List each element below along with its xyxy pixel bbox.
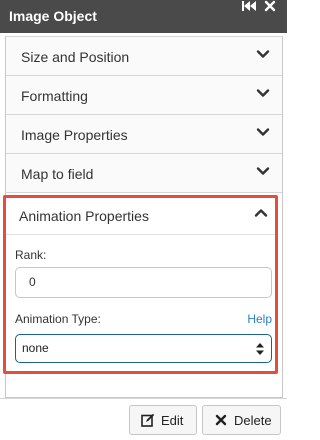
animation-type-selected-value: none	[22, 341, 49, 355]
collapse-panel-icon[interactable]	[241, 0, 257, 12]
select-arrows-icon	[256, 343, 264, 355]
edit-button-label: Edit	[161, 412, 184, 428]
image-object-panel: Image Object Size and Position Formattin…	[0, 0, 287, 440]
accordion-section-animation-properties: Animation Properties Rank: 0 Animation T…	[3, 195, 278, 374]
delete-button-label: Delete	[234, 412, 272, 428]
accordion-item-label: Animation Properties	[19, 208, 149, 224]
edit-icon	[141, 413, 155, 427]
accordion-item-image-properties[interactable]: Image Properties	[6, 115, 282, 154]
chevron-down-icon	[256, 89, 270, 97]
chevron-down-icon	[256, 128, 270, 136]
panel-titlebar: Image Object	[0, 0, 287, 33]
animation-type-label: Animation Type:	[15, 312, 101, 326]
accordion-item-label: Formatting	[21, 88, 88, 104]
chevron-down-icon	[256, 50, 270, 58]
close-icon[interactable]	[262, 0, 278, 12]
accordion-item-animation-properties[interactable]: Animation Properties	[6, 198, 275, 235]
edit-button[interactable]: Edit	[129, 405, 197, 435]
chevron-up-icon	[254, 209, 268, 217]
rank-label: Rank:	[15, 248, 47, 262]
delete-x-icon	[214, 413, 228, 427]
animation-type-select[interactable]: none	[15, 334, 272, 363]
accordion-item-label: Map to field	[21, 166, 94, 182]
accordion-item-size-and-position[interactable]: Size and Position	[6, 37, 282, 76]
accordion-item-formatting[interactable]: Formatting	[6, 76, 282, 115]
accordion-item-label: Size and Position	[21, 49, 130, 65]
accordion-item-map-to-field[interactable]: Map to field	[6, 154, 282, 193]
panel-title: Image Object	[9, 8, 97, 24]
chevron-down-icon	[256, 167, 270, 175]
accordion-item-label: Image Properties	[21, 127, 128, 143]
delete-button[interactable]: Delete	[202, 405, 281, 435]
rank-input[interactable]: 0	[15, 267, 272, 298]
footer-divider	[0, 398, 287, 399]
help-link[interactable]: Help	[247, 312, 272, 326]
